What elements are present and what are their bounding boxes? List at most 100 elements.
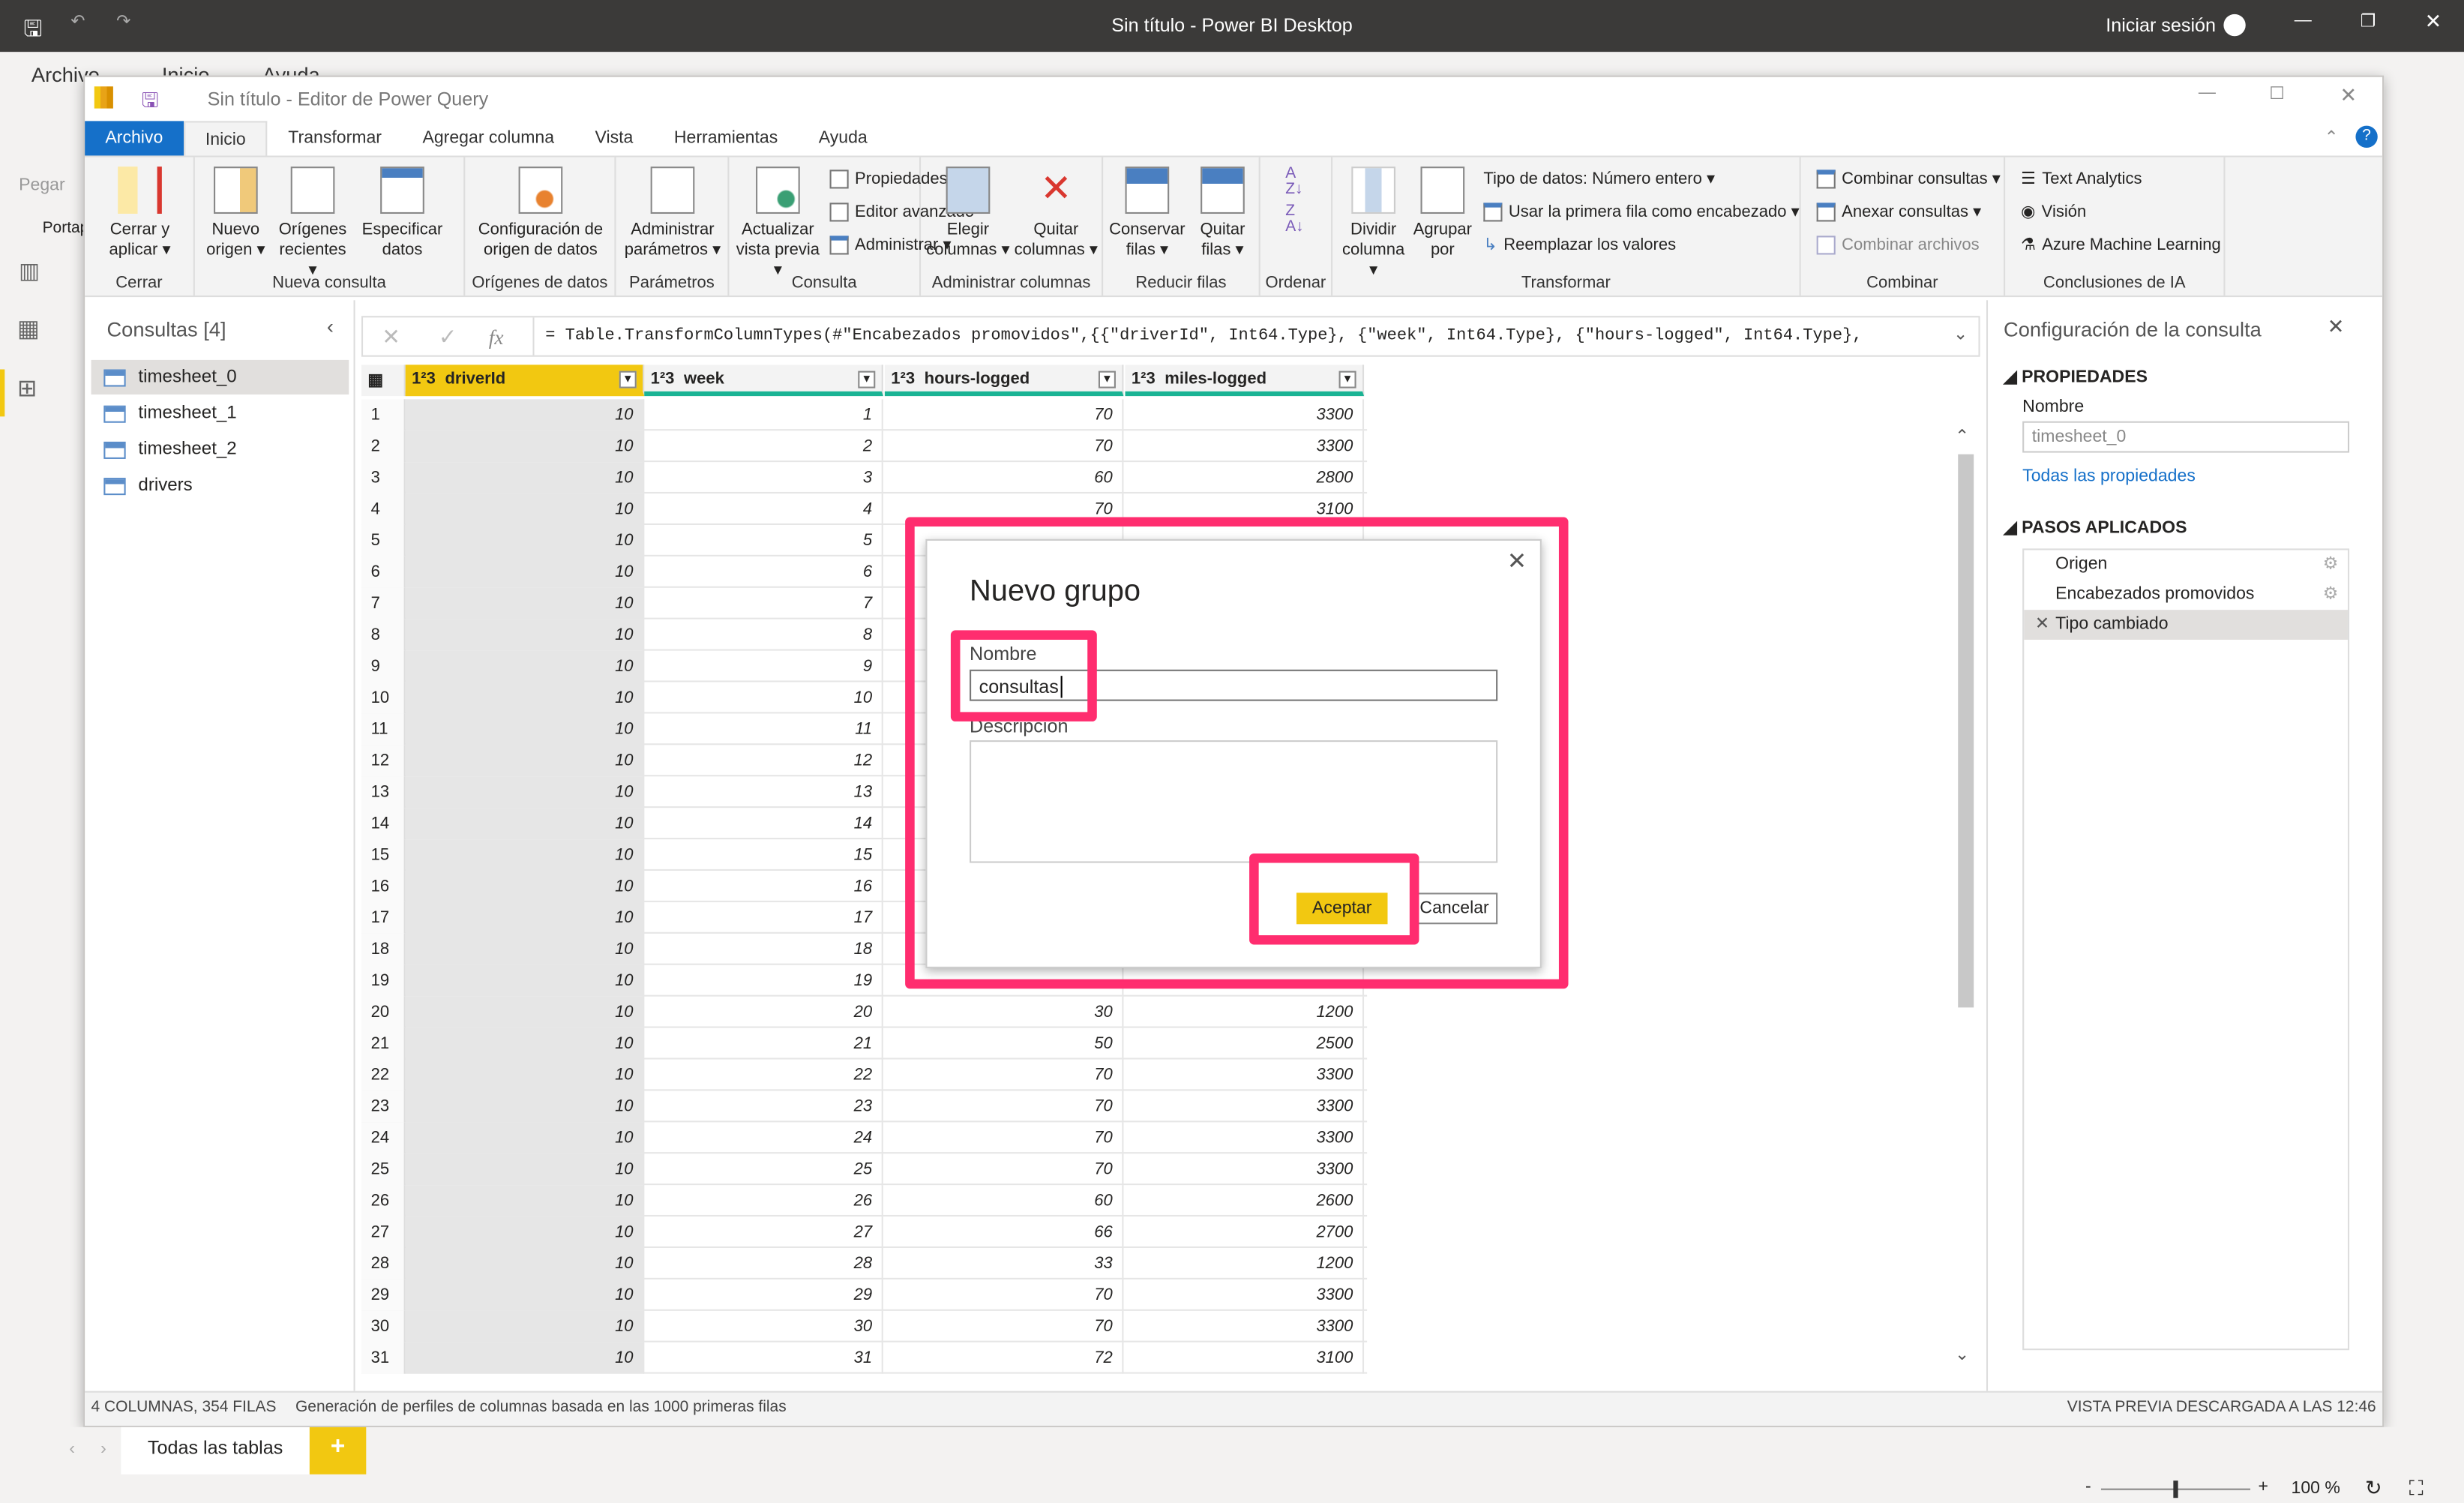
table-cell[interactable]: 13: [644, 776, 883, 808]
table-cell[interactable]: 28: [644, 1247, 883, 1280]
data-source-settings-button[interactable]: Configuración de origen de datos: [469, 166, 613, 261]
table-cell[interactable]: 66: [885, 1216, 1124, 1248]
table-cell[interactable]: 9: [644, 650, 883, 682]
table-cell[interactable]: 10: [405, 1154, 645, 1186]
help-icon[interactable]: ?: [2355, 125, 2378, 148]
data-view-icon[interactable]: ▦: [17, 314, 40, 343]
profiling-status[interactable]: Generación de perfiles de columnas basad…: [295, 1399, 787, 1416]
query-item[interactable]: timesheet_1: [91, 396, 349, 430]
gear-icon[interactable]: ⚙: [2323, 584, 2339, 604]
combine-files-button[interactable]: Combinar archivos: [1816, 236, 1980, 255]
split-column-button[interactable]: Dividir columna ▾: [1339, 166, 1408, 281]
table-cell[interactable]: 24: [644, 1122, 883, 1154]
type-icon[interactable]: 1²3: [412, 368, 436, 387]
query-item[interactable]: timesheet_0: [91, 359, 349, 395]
gear-icon[interactable]: ⚙: [2323, 554, 2339, 574]
zoom-in-icon[interactable]: +: [2259, 1478, 2268, 1496]
table-cell[interactable]: 11: [644, 713, 883, 746]
tab-ayuda[interactable]: Ayuda: [799, 121, 888, 155]
query-name-input[interactable]: timesheet_0: [2022, 421, 2350, 453]
table-cell[interactable]: 10: [405, 462, 645, 494]
table-cell[interactable]: 10: [405, 1279, 645, 1311]
recent-sources-button[interactable]: Orígenes recientes ▾: [274, 166, 352, 281]
table-cell[interactable]: 10: [405, 1310, 645, 1342]
table-cell[interactable]: 3300: [1126, 430, 1365, 463]
data-type-dropdown[interactable]: Tipo de datos: Número entero ▾: [1483, 170, 1715, 188]
table-cell[interactable]: 10: [405, 1122, 645, 1154]
table-cell[interactable]: 10: [644, 682, 883, 714]
table-cell[interactable]: 10: [405, 839, 645, 872]
table-cell[interactable]: 33: [885, 1247, 1124, 1280]
paste-label[interactable]: Pegar: [19, 176, 65, 195]
report-view-icon[interactable]: ▥: [19, 258, 40, 285]
table-cell[interactable]: 10: [405, 650, 645, 682]
table-cell[interactable]: 14: [644, 808, 883, 840]
type-icon[interactable]: 1²3: [651, 368, 675, 387]
table-cell[interactable]: 10: [405, 996, 645, 1028]
table-cell[interactable]: 3300: [1126, 399, 1365, 431]
text-analytics-button[interactable]: ☰ Text Analytics: [2021, 170, 2142, 188]
type-icon[interactable]: 1²3: [891, 368, 915, 387]
table-cell[interactable]: 70: [885, 1090, 1124, 1123]
table-cell[interactable]: 21: [644, 1028, 883, 1060]
table-cell[interactable]: 3300: [1126, 1310, 1365, 1342]
merge-queries-button[interactable]: Combinar consultas ▾: [1816, 170, 2001, 189]
table-cell[interactable]: 3100: [1126, 1342, 1365, 1374]
table-cell[interactable]: 10: [405, 399, 645, 431]
all-properties-link[interactable]: Todas las propiedades: [2022, 466, 2196, 485]
expand-formula-icon[interactable]: ⌄: [1953, 324, 1968, 344]
tab-inicio[interactable]: Inicio: [183, 121, 268, 156]
model-view-icon[interactable]: ⊞: [17, 374, 37, 403]
restore-icon[interactable]: ❐: [2361, 11, 2376, 32]
table-cell[interactable]: 8: [644, 619, 883, 651]
table-cell[interactable]: 3: [644, 462, 883, 494]
remove-rows-button[interactable]: Quitar filas ▾: [1188, 166, 1257, 261]
cancel-formula-icon[interactable]: ✕: [382, 324, 400, 351]
table-cell[interactable]: 10: [405, 902, 645, 934]
refresh-preview-button[interactable]: Actualizar vista previa ▾: [733, 166, 824, 281]
table-cell[interactable]: 2500: [1126, 1028, 1365, 1060]
close-dialog-icon[interactable]: ✕: [1507, 547, 1527, 575]
table-cell[interactable]: 70: [885, 1122, 1124, 1154]
table-cell[interactable]: 12: [644, 745, 883, 777]
filter-dropdown-icon[interactable]: ▼: [1338, 370, 1356, 388]
zoom-out-icon[interactable]: -: [2085, 1478, 2091, 1496]
table-cell[interactable]: 25: [644, 1154, 883, 1186]
table-cell[interactable]: 27: [644, 1216, 883, 1248]
fullscreen-icon[interactable]: ⛶: [2409, 1476, 2424, 1502]
table-cell[interactable]: 2: [644, 430, 883, 463]
table-cell[interactable]: 10: [405, 1185, 645, 1217]
table-cell[interactable]: 70: [885, 399, 1124, 431]
table-cell[interactable]: 5: [644, 524, 883, 556]
vision-button[interactable]: ◉ Visión: [2021, 202, 2086, 221]
query-item[interactable]: drivers: [91, 469, 349, 503]
filter-dropdown-icon[interactable]: ▼: [858, 370, 876, 388]
table-cell[interactable]: 10: [405, 1342, 645, 1374]
add-page-button[interactable]: +: [309, 1426, 367, 1474]
zoom-slider-thumb[interactable]: [2173, 1480, 2178, 1498]
filter-dropdown-icon[interactable]: ▼: [619, 370, 637, 388]
azure-ml-button[interactable]: ⚗ Azure Machine Learning: [2021, 236, 2221, 254]
table-cell[interactable]: 10: [405, 1028, 645, 1060]
type-icon[interactable]: 1²3: [1132, 368, 1156, 387]
table-cell[interactable]: 26: [644, 1185, 883, 1217]
table-cell[interactable]: 10: [405, 871, 645, 902]
remove-columns-button[interactable]: ✕ Quitar columnas ▾: [1012, 166, 1100, 261]
table-cell[interactable]: 70: [885, 1059, 1124, 1091]
close-icon[interactable]: ✕: [2425, 10, 2442, 35]
table-cell[interactable]: 2600: [1126, 1185, 1365, 1217]
table-cell[interactable]: 10: [405, 713, 645, 746]
table-cell[interactable]: 1: [644, 399, 883, 431]
column-header[interactable]: 1²3 week ▼: [644, 364, 883, 397]
table-cell[interactable]: 10: [405, 1090, 645, 1123]
delete-step-icon[interactable]: ✕: [2035, 613, 2049, 633]
table-cell[interactable]: 10: [405, 933, 645, 965]
use-first-row-headers-button[interactable]: Usar la primera fila como encabezado ▾: [1483, 202, 1800, 222]
new-source-button[interactable]: Nuevo origen ▾: [198, 166, 274, 261]
table-cell[interactable]: 7: [644, 587, 883, 620]
table-cell[interactable]: 18: [644, 933, 883, 965]
table-cell[interactable]: 50: [885, 1028, 1124, 1060]
tab-herramientas[interactable]: Herramientas: [654, 121, 799, 155]
step-encabezados[interactable]: Encabezados promovidos ⚙: [2024, 580, 2348, 610]
group-by-button[interactable]: Agrupar por: [1408, 166, 1477, 261]
